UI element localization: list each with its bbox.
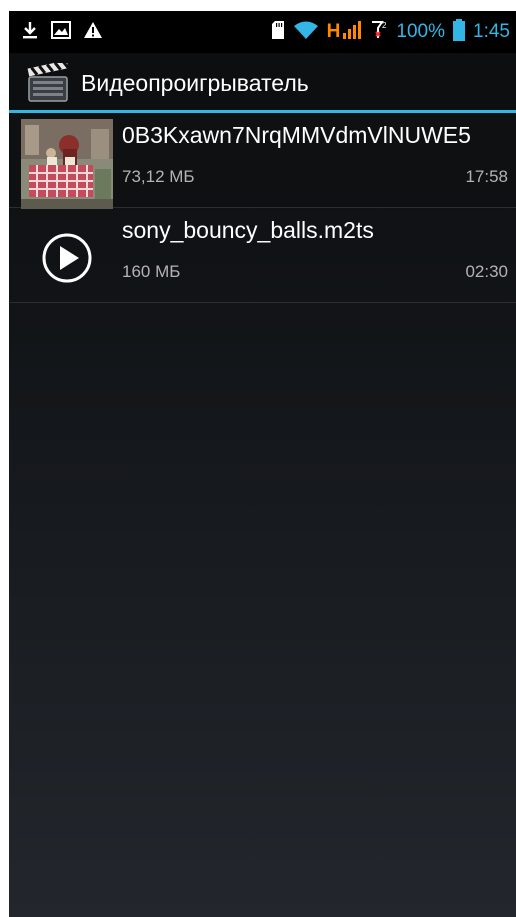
video-name: 0B3Kxawn7NrqMMVdmVlNUWE5 (122, 122, 471, 148)
wifi-icon (293, 20, 319, 45)
action-bar: Видеопроигрыватель (9, 53, 516, 113)
download-icon (21, 20, 39, 45)
video-duration: 02:30 (465, 262, 508, 281)
video-name: sony_bouncy_balls.m2ts (122, 217, 374, 243)
clapperboard-icon[interactable] (27, 60, 71, 103)
network-type: H (326, 21, 341, 42)
video-list: 0B3Kxawn7NrqMMVdmVlNUWE5 73,12 МБ 17:58 … (9, 113, 516, 303)
image-icon (51, 20, 71, 44)
sim-icon: 2 (370, 20, 388, 45)
play-icon (41, 232, 93, 284)
video-size: 73,12 МБ (122, 167, 195, 186)
sd-card-icon (271, 20, 285, 45)
battery-percent: 100% (396, 21, 446, 42)
status-bar: H 2 100% 1:45 (9, 11, 516, 53)
signal-icon (342, 20, 362, 45)
list-item[interactable]: 0B3Kxawn7NrqMMVdmVlNUWE5 73,12 МБ 17:58 (9, 113, 516, 209)
list-item[interactable]: sony_bouncy_balls.m2ts 160 МБ 02:30 (9, 208, 516, 303)
svg-text:2: 2 (382, 21, 387, 30)
phone-screen: H 2 100% 1:45 Видеопроигрыватель 0B3Kxaw… (9, 11, 516, 917)
app-title: Видеопроигрыватель (81, 70, 309, 96)
video-duration: 17:58 (465, 167, 508, 186)
warning-icon (83, 21, 103, 44)
clock: 1:45 (473, 21, 510, 42)
video-size: 160 МБ (122, 262, 181, 281)
battery-icon (453, 18, 466, 46)
video-thumbnail (21, 119, 113, 209)
